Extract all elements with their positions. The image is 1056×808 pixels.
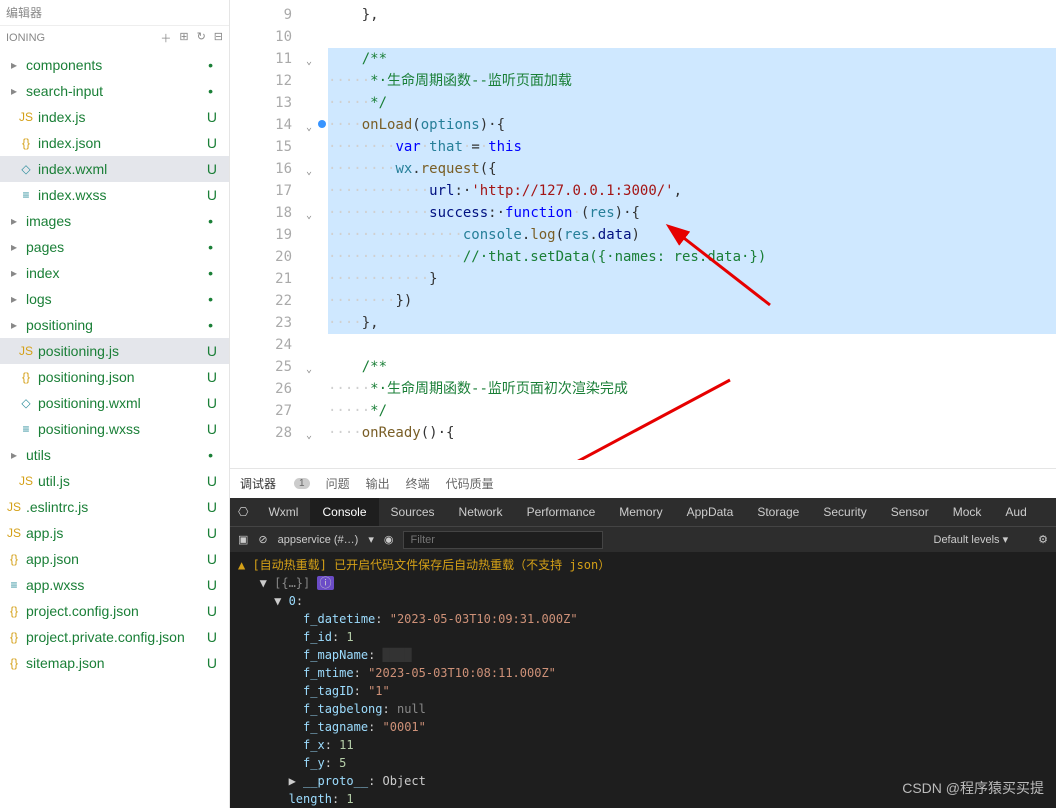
code-line-15[interactable]: ········var·that·=·this [328,136,1056,158]
file-index.json[interactable]: {}index.jsonU [0,130,229,156]
code-editor[interactable]: 91011⌄121314⌄1516⌄1718⌄19202122232425⌄26… [230,0,1056,468]
watermark: CSDN @程序猿买买提 [902,778,1044,798]
console-line[interactable]: f_tagname: "0001" [238,718,1048,736]
code-line-17[interactable]: ············url:·'http://127.0.0.1:3000/… [328,180,1056,202]
code-line-26[interactable]: ·····*·生命周期函数--监听页面初次渲染完成 [328,378,1056,400]
console-line[interactable]: f_mapName: ████ [238,646,1048,664]
filter-input[interactable] [403,531,603,549]
file-index[interactable]: ▸index [0,260,229,286]
file-util.js[interactable]: JSutil.jsU [0,468,229,494]
code-line-9[interactable]: }, [328,4,1056,26]
devtab-memory[interactable]: Memory [607,498,674,526]
code-line-11[interactable]: /** [328,48,1056,70]
panel-tab-4[interactable]: 代码质量 [446,475,494,492]
code-line-22[interactable]: ········}) [328,290,1056,312]
devtab-aud[interactable]: Aud [993,498,1038,526]
code-line-13[interactable]: ·····*/ [328,92,1056,114]
devtab-network[interactable]: Network [447,498,515,526]
code-line-16[interactable]: ········wx.request({ [328,158,1056,180]
code-area[interactable]: }, /**·····*·生命周期函数--监听页面加载·····*/····on… [300,0,1056,468]
file-index.wxml[interactable]: ◇index.wxmlU [0,156,229,182]
log-levels[interactable]: Default levels ▾ [934,533,1009,546]
file-pages[interactable]: ▸pages [0,234,229,260]
panel-tab-3[interactable]: 终端 [406,475,430,492]
eye-icon[interactable]: ◉ [384,533,394,546]
code-line-25[interactable]: /** [328,356,1056,378]
devtab-security[interactable]: Security [811,498,878,526]
panel-tab-2[interactable]: 输出 [366,475,390,492]
file-project.private.config.json[interactable]: {}project.private.config.jsonU [0,624,229,650]
code-line-12[interactable]: ·····*·生命周期函数--监听页面加载 [328,70,1056,92]
console-warning: ▲ [自动热重载] 已开启代码文件保存后自动热重载（不支持 json） [238,556,1048,574]
console-line[interactable]: f_mtime: "2023-05-03T10:08:11.000Z" [238,664,1048,682]
file-project.config.json[interactable]: {}project.config.jsonU [0,598,229,624]
devtab-storage[interactable]: Storage [745,498,811,526]
file-positioning.json[interactable]: {}positioning.jsonU [0,364,229,390]
console-line[interactable]: f_datetime: "2023-05-03T10:09:31.000Z" [238,610,1048,628]
console-line[interactable]: f_tagbelong: null [238,700,1048,718]
code-line-24[interactable] [328,334,1056,356]
devtools-tabs: ⎔ WxmlConsoleSourcesNetworkPerformanceMe… [230,498,1056,526]
file-index.js[interactable]: JSindex.jsU [0,104,229,130]
file-.eslintrc.js[interactable]: JS.eslintrc.jsU [0,494,229,520]
console-line[interactable]: f_id: 1 [238,628,1048,646]
code-line-20[interactable]: ················//·that.setData({·names:… [328,246,1056,268]
file-images[interactable]: ▸images [0,208,229,234]
sidebar-header: 编辑器 [0,0,229,26]
console-line[interactable]: f_x: 11 [238,736,1048,754]
settings-icon[interactable]: ⚙ [1038,533,1048,546]
inspect-icon[interactable]: ⎔ [230,498,256,526]
code-line-28[interactable]: ····onReady()·{ [328,422,1056,444]
file-positioning[interactable]: ▸positioning [0,312,229,338]
file-logs[interactable]: ▸logs [0,286,229,312]
collapse-icon[interactable]: ⊟ [214,30,223,46]
new-folder-icon[interactable]: ⊞ [179,30,188,46]
file-components[interactable]: ▸components [0,52,229,78]
code-line-10[interactable] [328,26,1056,48]
file-app.json[interactable]: {}app.jsonU [0,546,229,572]
console-line[interactable]: f_tagID: "1" [238,682,1048,700]
code-line-23[interactable]: ····}, [328,312,1056,334]
code-line-18[interactable]: ············success:·function·(res)·{ [328,202,1056,224]
toggle-sidebar-icon[interactable]: ▣ [238,533,248,546]
file-app.wxss[interactable]: ≡app.wxssU [0,572,229,598]
console-toolbar: ▣ ⊘ appservice (#…) ▾ ◉ Default levels ▾… [230,526,1056,552]
sidebar-section: IONING ＋ ⊞ ↻ ⊟ [0,26,229,50]
file-utils[interactable]: ▸utils [0,442,229,468]
console-line[interactable]: ▼ [{…}] ⓘ [238,574,1048,592]
file-app.js[interactable]: JSapp.jsU [0,520,229,546]
context-selector[interactable]: appservice (#…) [278,534,359,546]
code-line-27[interactable]: ·····*/ [328,400,1056,422]
devtab-console[interactable]: Console [310,498,378,526]
file-tree[interactable]: ▸components▸search-inputJSindex.jsU{}ind… [0,50,229,808]
code-line-21[interactable]: ············} [328,268,1056,290]
file-index.wxss[interactable]: ≡index.wxssU [0,182,229,208]
file-positioning.wxml[interactable]: ◇positioning.wxmlU [0,390,229,416]
clear-console-icon[interactable]: ⊘ [258,533,267,546]
file-positioning.js[interactable]: JSpositioning.jsU [0,338,229,364]
console-line[interactable]: ▼ 0: [238,592,1048,610]
devtab-sensor[interactable]: Sensor [879,498,941,526]
line-gutter: 91011⌄121314⌄1516⌄1718⌄19202122232425⌄26… [230,0,300,468]
devtab-performance[interactable]: Performance [515,498,608,526]
refresh-icon[interactable]: ↻ [197,30,206,46]
devtab-sources[interactable]: Sources [379,498,447,526]
devtab-mock[interactable]: Mock [941,498,994,526]
bottom-panel: 调试器1问题输出终端代码质量 ⎔ WxmlConsoleSourcesNetwo… [230,468,1056,808]
file-search-input[interactable]: ▸search-input [0,78,229,104]
code-line-19[interactable]: ················console.log(res.data) [328,224,1056,246]
file-explorer-sidebar: 编辑器 IONING ＋ ⊞ ↻ ⊟ ▸components▸search-in… [0,0,230,808]
new-file-icon[interactable]: ＋ [160,30,171,46]
panel-tab-1[interactable]: 问题 [326,475,350,492]
code-line-14[interactable]: ····onLoad(options)·{ [328,114,1056,136]
panel-tabs: 调试器1问题输出终端代码质量 [230,469,1056,498]
panel-tab-0[interactable]: 调试器 [240,475,276,492]
devtab-wxml[interactable]: Wxml [256,498,310,526]
console-line[interactable]: f_y: 5 [238,754,1048,772]
devtab-appdata[interactable]: AppData [675,498,746,526]
file-positioning.wxss[interactable]: ≡positioning.wxssU [0,416,229,442]
file-sitemap.json[interactable]: {}sitemap.jsonU [0,650,229,676]
console-output[interactable]: ▲ [自动热重载] 已开启代码文件保存后自动热重载（不支持 json） ▼ [{… [230,552,1056,808]
